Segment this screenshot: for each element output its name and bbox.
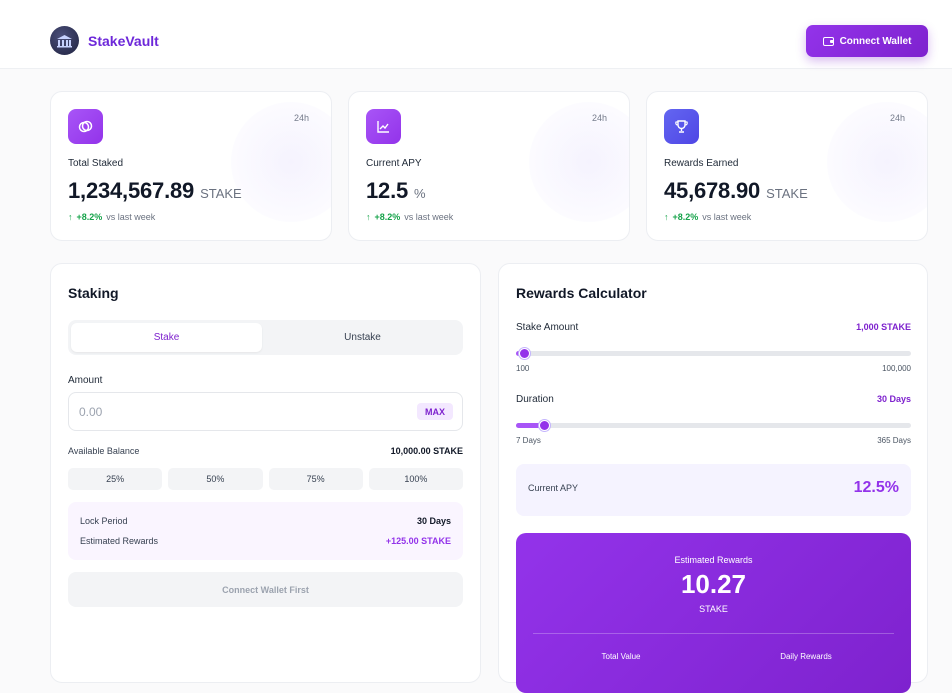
- stat-change-value: +8.2%: [76, 212, 103, 222]
- stake-min-label: 100: [516, 364, 530, 373]
- connect-wallet-button[interactable]: Connect Wallet: [806, 25, 928, 57]
- arrow-up-icon: ↑: [366, 212, 371, 222]
- percent-button-100[interactable]: 100%: [368, 468, 463, 490]
- panel-title: Rewards Calculator: [516, 285, 647, 301]
- stake-info-box: Lock Period 30 Days Estimated Rewards +1…: [68, 502, 463, 560]
- stake-max-label: 100,000: [882, 364, 911, 373]
- balance-value: 10,000.00 STAKE: [390, 446, 463, 456]
- wallet-icon: [822, 36, 834, 46]
- stake-amount-thumb[interactable]: [518, 348, 530, 359]
- amount-input[interactable]: [79, 403, 379, 421]
- duration-value: 30 Days: [876, 394, 911, 404]
- amount-field: MAX: [68, 392, 463, 431]
- daily-rewards-label: Daily Rewards: [780, 652, 832, 661]
- estimated-rewards-card: Estimated Rewards 10.27 STAKE Total Valu…: [516, 533, 911, 693]
- divider: [533, 633, 894, 634]
- amount-label: Amount: [68, 375, 103, 386]
- est-rewards-label: Estimated Rewards: [80, 536, 159, 546]
- duration-max-label: 365 Days: [877, 436, 911, 445]
- stat-label: Rewards Earned: [664, 158, 739, 169]
- stat-period: 24h: [293, 113, 309, 123]
- stat-period: 24h: [591, 113, 607, 123]
- arrow-up-icon: ↑: [664, 212, 669, 222]
- percent-button-75[interactable]: 75%: [268, 468, 363, 490]
- duration-label: Duration: [516, 394, 554, 405]
- stat-change-value: +8.2%: [374, 212, 401, 222]
- trophy-icon: [664, 109, 699, 144]
- current-apy-label: Current APY: [528, 483, 579, 493]
- lock-period-value: 30 Days: [416, 516, 451, 526]
- stat-change-note: vs last week: [702, 212, 752, 222]
- stat-card-current-apy: 24h Current APY 12.5 % ↑ +8.2% vs last w…: [348, 91, 630, 241]
- chart-line-icon: [366, 109, 401, 144]
- estimated-rewards-value: 10.27: [680, 569, 747, 599]
- current-apy-box: Current APY 12.5%: [516, 464, 911, 516]
- stake-amount-slider[interactable]: [516, 348, 911, 359]
- staking-panel: Staking Stake Unstake Amount MAX Availab…: [50, 263, 481, 683]
- percent-button-50[interactable]: 50%: [168, 468, 263, 490]
- stat-card-rewards-earned: 24h Rewards Earned 45,678.90 STAKE ↑ +8.…: [646, 91, 928, 241]
- stat-unit: STAKE: [766, 186, 808, 201]
- tab-stake[interactable]: Stake: [71, 323, 262, 352]
- balance-label: Available Balance: [68, 446, 140, 456]
- stake-amount-label: Stake Amount: [516, 322, 579, 333]
- total-value-label: Total Value: [601, 652, 641, 661]
- percent-buttons: 25% 50% 75% 100%: [68, 468, 463, 490]
- current-apy-value: 12.5%: [853, 479, 899, 496]
- tab-unstake[interactable]: Unstake: [267, 323, 458, 352]
- percent-button-25[interactable]: 25%: [68, 468, 163, 490]
- panel-title: Staking: [68, 285, 119, 301]
- rewards-calculator-panel: Rewards Calculator Stake Amount 1,000 ST…: [498, 263, 928, 693]
- max-button[interactable]: MAX: [417, 403, 453, 420]
- estimated-rewards-unit: STAKE: [699, 604, 728, 614]
- stat-label: Total Staked: [68, 158, 124, 169]
- stat-period: 24h: [889, 113, 905, 123]
- stat-label: Current APY: [366, 158, 422, 169]
- est-rewards-value: +125.00 STAKE: [385, 536, 451, 546]
- stake-amount-value: 1,000 STAKE: [856, 322, 911, 332]
- duration-slider[interactable]: [516, 420, 911, 431]
- stat-change-value: +8.2%: [672, 212, 699, 222]
- connect-wallet-label: Connect Wallet: [839, 35, 912, 47]
- stat-unit: STAKE: [200, 186, 242, 201]
- arrow-up-icon: ↑: [68, 212, 73, 222]
- stat-card-total-staked: 24h Total Staked 1,234,567.89 STAKE ↑ +8…: [50, 91, 332, 241]
- stake-tabs: Stake Unstake: [68, 320, 463, 355]
- connect-wallet-first-button[interactable]: Connect Wallet First: [68, 572, 463, 607]
- brand[interactable]: StakeVault: [50, 26, 159, 55]
- stat-value: 12.5: [366, 178, 409, 203]
- balance-row: Available Balance 10,000.00 STAKE: [68, 446, 463, 456]
- stat-change-note: vs last week: [106, 212, 156, 222]
- duration-thumb[interactable]: [538, 420, 550, 431]
- duration-min-label: 7 Days: [516, 436, 541, 445]
- brand-name: StakeVault: [88, 32, 159, 49]
- vault-logo-icon: [50, 26, 79, 55]
- estimated-rewards-title: Estimated Rewards: [674, 555, 753, 565]
- lock-period-label: Lock Period: [80, 516, 128, 526]
- stat-value: 1,234,567.89: [68, 178, 195, 203]
- stat-value: 45,678.90: [664, 178, 761, 203]
- app-header: StakeVault Connect Wallet: [0, 0, 952, 69]
- stat-change-note: vs last week: [404, 212, 454, 222]
- coins-icon: [68, 109, 103, 144]
- stat-unit: %: [414, 186, 426, 201]
